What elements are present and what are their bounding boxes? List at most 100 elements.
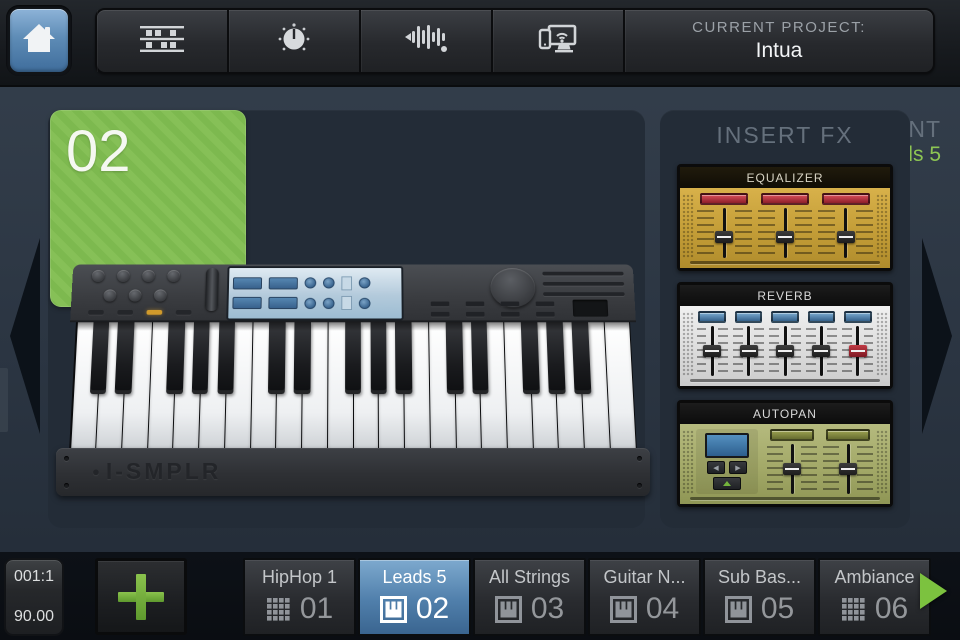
track-tab[interactable]: HipHop 1 01: [243, 558, 356, 636]
fx-channel-slider[interactable]: [757, 208, 814, 258]
fx-groove: [690, 497, 880, 500]
knob-icon: [277, 22, 311, 61]
waveform-icon: [403, 24, 449, 59]
fx-channel-button[interactable]: [771, 311, 799, 323]
track-number: 05: [761, 592, 794, 626]
keys-icon: [380, 596, 407, 623]
song-position: 001:1: [12, 568, 56, 586]
transport-display[interactable]: 001:1 90.00: [4, 558, 64, 636]
fx-channel-button[interactable]: [700, 193, 748, 205]
fx-channel-slider[interactable]: [822, 444, 874, 494]
fx-unit-body: ◀ ▶: [680, 424, 890, 504]
track-name: Ambiance: [834, 567, 914, 588]
current-project-name: Intua: [756, 39, 803, 63]
fx-channel: [766, 429, 818, 494]
pads-icon: [266, 597, 291, 622]
keyboard-brand-label: I-SMPLR: [92, 458, 221, 485]
waveform-tab[interactable]: [361, 10, 493, 72]
prev-bank-arrow[interactable]: [4, 236, 42, 441]
fx-channel-button[interactable]: [770, 429, 814, 441]
fx-slider-knob[interactable]: [740, 345, 758, 357]
fx-channel-button[interactable]: [761, 193, 809, 205]
fx-groove: [690, 261, 880, 264]
fx-slider-knob[interactable]: [776, 231, 794, 243]
fx-next-button[interactable]: ▶: [729, 461, 747, 474]
track-name: Leads 5: [382, 567, 446, 588]
bottom-bar: 001:1 90.00 HipHop 1 01: [0, 552, 960, 640]
fx-channel-slider[interactable]: [732, 326, 764, 376]
fx-channel-button[interactable]: [698, 311, 726, 323]
track-number: 06: [875, 592, 908, 626]
insert-fx-units: EQUALIZER ◀ ▶: [677, 164, 893, 507]
fx-channel-slider[interactable]: [817, 208, 874, 258]
fx-channel-button[interactable]: [822, 193, 870, 205]
fx-channel-slider[interactable]: [769, 326, 801, 376]
fx-channel: [817, 193, 874, 258]
play-button[interactable]: [920, 573, 947, 609]
keyboard-keys: [69, 322, 637, 452]
fx-channel-slider[interactable]: [842, 326, 874, 376]
track-tab[interactable]: Ambiance 06: [818, 558, 931, 636]
fx-channel-button[interactable]: [808, 311, 836, 323]
track-tab[interactable]: All Strings 03: [473, 558, 586, 636]
fx-channel: [769, 311, 801, 376]
fx-slider-knob[interactable]: [812, 345, 830, 357]
track-tab[interactable]: Leads 5 02: [358, 558, 471, 636]
fx-unit[interactable]: EQUALIZER ◀ ▶: [677, 164, 893, 271]
fx-slider-knob[interactable]: [776, 345, 794, 357]
fx-channel-slider[interactable]: [696, 326, 728, 376]
keyboard-control-panel: [70, 264, 636, 322]
home-button[interactable]: [6, 5, 72, 76]
fx-slider-knob[interactable]: [839, 463, 857, 475]
track-name: Guitar N...: [603, 567, 685, 588]
current-project[interactable]: CURRENT PROJECT: Intua: [625, 10, 933, 72]
pitch-wheel: [205, 268, 219, 311]
fx-channel-slider[interactable]: [766, 444, 818, 494]
fx-channel: [696, 311, 728, 376]
keyboard-instrument-image[interactable]: I-SMPLR: [63, 256, 643, 496]
fx-channel-slider[interactable]: [805, 326, 837, 376]
fx-channel: [732, 311, 764, 376]
fx-unit-body: ◀ ▶: [680, 188, 890, 268]
fx-channel: [696, 193, 753, 258]
track-name: HipHop 1: [262, 567, 337, 588]
fx-unit-title: AUTOPAN: [680, 403, 890, 424]
fx-channel-button[interactable]: [844, 311, 872, 323]
sequencer-tab[interactable]: [97, 10, 229, 72]
fx-slider-knob[interactable]: [703, 345, 721, 357]
fx-channel: [822, 429, 874, 494]
home-icon: [22, 22, 56, 59]
fx-unit[interactable]: AUTOPAN ◀ ▶: [677, 400, 893, 507]
fx-unit[interactable]: REVERB ◀ ▶: [677, 282, 893, 389]
track-name: All Strings: [489, 567, 570, 588]
top-bar: CURRENT PROJECT: Intua: [0, 0, 960, 87]
keys-icon: [610, 596, 637, 623]
fx-screen-block: ◀ ▶: [696, 429, 758, 494]
fx-display-screen: [705, 433, 749, 458]
keyboard-front-panel: I-SMPLR: [56, 448, 650, 496]
keyboard-lcd-screen: [226, 266, 403, 320]
fx-channel-button[interactable]: [735, 311, 763, 323]
add-track-button[interactable]: [95, 558, 187, 635]
pad-number: 02: [66, 118, 246, 185]
fx-channel-button[interactable]: [826, 429, 870, 441]
next-bank-arrow[interactable]: [920, 236, 958, 441]
fx-enable-button[interactable]: [713, 477, 741, 490]
adjacent-pad-edge: [0, 368, 8, 432]
fx-unit-body: ◀ ▶: [680, 306, 890, 386]
fx-slider-knob[interactable]: [715, 231, 733, 243]
fx-prev-button[interactable]: ◀: [707, 461, 725, 474]
track-tab[interactable]: Sub Bas... 05: [703, 558, 816, 636]
fx-slider-knob[interactable]: [849, 345, 867, 357]
track-number: 04: [646, 592, 679, 626]
track-name: Sub Bas...: [718, 567, 801, 588]
fx-slider-knob[interactable]: [783, 463, 801, 475]
mixer-tab[interactable]: [229, 10, 361, 72]
fx-slider-knob[interactable]: [837, 231, 855, 243]
pads-icon: [841, 597, 866, 622]
track-tab[interactable]: Guitar N... 04: [588, 558, 701, 636]
devices-tab[interactable]: [493, 10, 625, 72]
fx-channel: [842, 311, 874, 376]
fx-channel-slider[interactable]: [696, 208, 753, 258]
keys-icon: [495, 596, 522, 623]
